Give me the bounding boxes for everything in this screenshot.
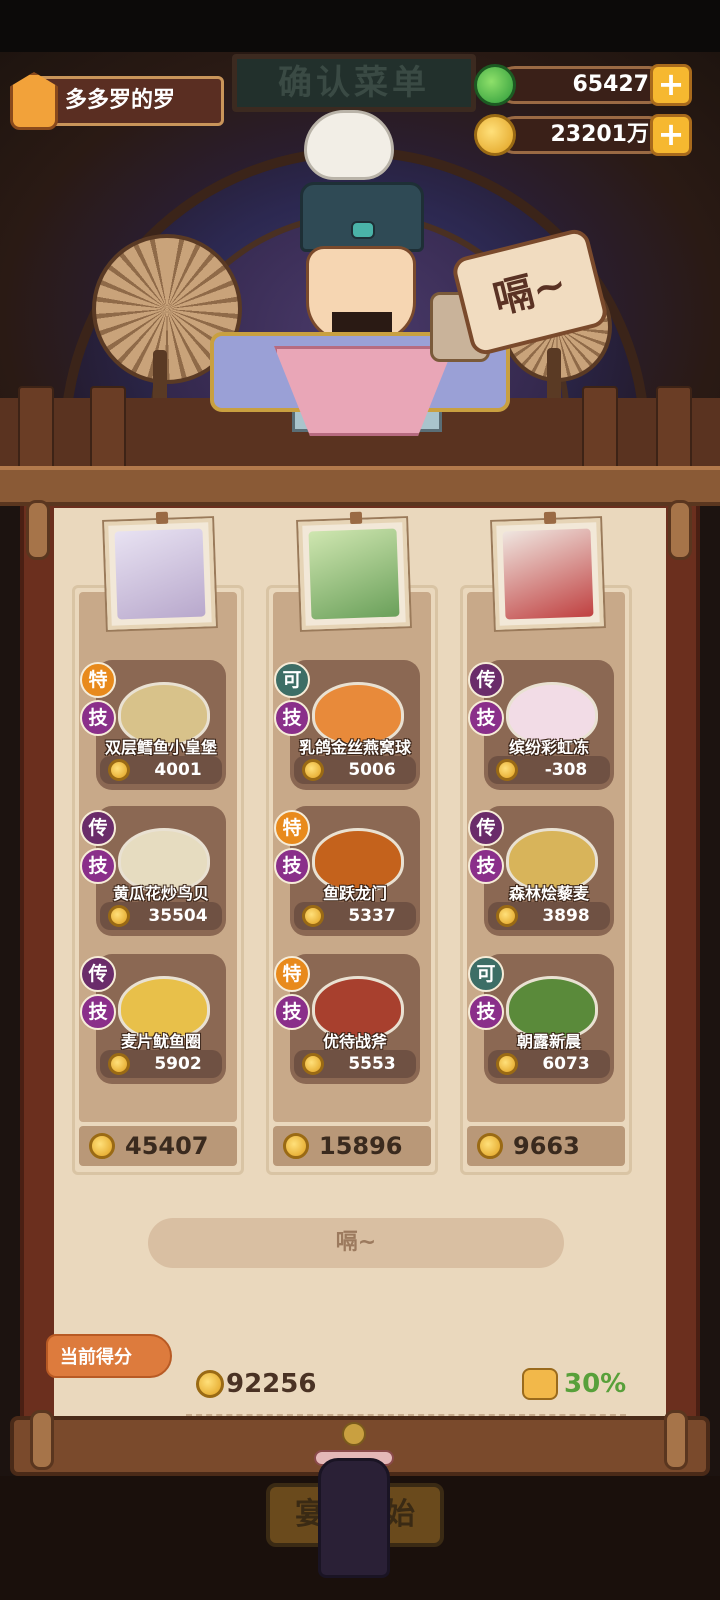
guest-portrait-3[interactable] xyxy=(492,511,604,630)
column-total: 45407 xyxy=(125,1132,209,1160)
status-bar xyxy=(0,0,720,52)
coin-icon xyxy=(496,905,518,927)
dish-name: 黄瓜花炒鸟贝 xyxy=(112,884,209,903)
dish-rarity-badge: 传 xyxy=(80,810,116,846)
bonus-percent: 30% xyxy=(564,1369,627,1399)
coin-icon xyxy=(302,1053,324,1075)
cat-icon xyxy=(304,110,394,180)
jade-counter: 65427 + xyxy=(474,64,692,106)
dish-rarity-badge: 传 xyxy=(468,662,504,698)
dish-skill-badge: 技 xyxy=(468,994,504,1030)
dish-name: 双层鳕鱼小皇堡 xyxy=(104,738,217,757)
player-nameplate[interactable]: 多多罗的罗 xyxy=(10,72,224,130)
dish-price: 4001 xyxy=(154,760,202,780)
tassel-ornament-icon xyxy=(314,1422,394,1592)
add-jade-button[interactable]: + xyxy=(650,64,692,106)
dish-price: 5902 xyxy=(154,1054,202,1074)
dish-skill-badge: 技 xyxy=(274,700,310,736)
column-total: 9663 xyxy=(513,1132,580,1160)
dish-rarity-badge: 传 xyxy=(80,956,116,992)
column-total: 15896 xyxy=(319,1132,403,1160)
dish-price: 3898 xyxy=(542,906,590,926)
bonus-pot-icon xyxy=(522,1368,558,1400)
coin-icon xyxy=(477,1133,503,1159)
menu-sign: 确认菜单 xyxy=(232,54,476,112)
coin-icon xyxy=(496,1053,518,1075)
coin-icon xyxy=(108,1053,130,1075)
coin-icon xyxy=(302,905,324,927)
burp-button[interactable]: 嗝~ xyxy=(148,1218,564,1268)
coin-icon xyxy=(474,114,516,156)
coin-icon xyxy=(302,759,324,781)
dish-rarity-badge: 特 xyxy=(80,662,116,698)
dish-rarity-badge: 特 xyxy=(274,956,310,992)
dish-price: 5337 xyxy=(348,906,396,926)
dish-name: 鱼跃龙门 xyxy=(322,884,387,903)
dish-rarity-badge: 可 xyxy=(468,956,504,992)
coin-icon xyxy=(108,759,130,781)
dish-name: 优待战斧 xyxy=(322,1032,387,1051)
dish-name: 朝露新晨 xyxy=(516,1032,581,1051)
dish-skill-badge: 技 xyxy=(468,700,504,736)
dish-rarity-badge: 特 xyxy=(274,810,310,846)
coin-icon xyxy=(108,905,130,927)
jade-value: 65427 xyxy=(496,66,668,104)
current-score-value: 92256 xyxy=(226,1369,317,1399)
scroll-cap xyxy=(668,500,692,560)
guest-portrait-2[interactable] xyxy=(298,511,410,630)
dish-price: 35504 xyxy=(148,906,208,926)
dish-name: 乳鸽金丝燕窝球 xyxy=(298,738,411,757)
scroll-cap xyxy=(26,500,50,560)
coin-icon xyxy=(496,759,518,781)
dish-rarity-badge: 传 xyxy=(468,810,504,846)
dish-skill-badge: 技 xyxy=(80,700,116,736)
dish-price: -308 xyxy=(544,760,588,780)
jade-icon xyxy=(474,64,516,106)
scroll-cap xyxy=(664,1410,688,1470)
current-score-label: 当前得分 xyxy=(46,1334,172,1378)
scroll-cap xyxy=(30,1410,54,1470)
dish-name: 森林烩藜麦 xyxy=(508,884,589,903)
coin-counter: 23201万 + xyxy=(474,114,692,156)
dish-price: 5553 xyxy=(348,1054,396,1074)
dish-skill-badge: 技 xyxy=(274,994,310,1030)
coin-icon xyxy=(196,1370,224,1398)
dish-skill-badge: 技 xyxy=(468,848,504,884)
dish-skill-badge: 技 xyxy=(80,848,116,884)
dish-skill-badge: 技 xyxy=(80,994,116,1030)
dish-name: 缤纷彩虹冻 xyxy=(508,738,589,757)
dish-name: 麦片鱿鱼圈 xyxy=(120,1032,201,1051)
guest-portrait-1[interactable] xyxy=(104,511,216,630)
dish-rarity-badge: 可 xyxy=(274,662,310,698)
coin-icon xyxy=(283,1133,309,1159)
dish-price: 6073 xyxy=(542,1054,590,1074)
coin-value: 23201万 xyxy=(496,116,668,154)
dish-skill-badge: 技 xyxy=(274,848,310,884)
player-name: 多多罗的罗 xyxy=(36,76,224,126)
scroll-top-rod xyxy=(0,466,720,506)
coin-icon xyxy=(89,1133,115,1159)
dish-price: 5006 xyxy=(348,760,396,780)
add-coins-button[interactable]: + xyxy=(650,114,692,156)
